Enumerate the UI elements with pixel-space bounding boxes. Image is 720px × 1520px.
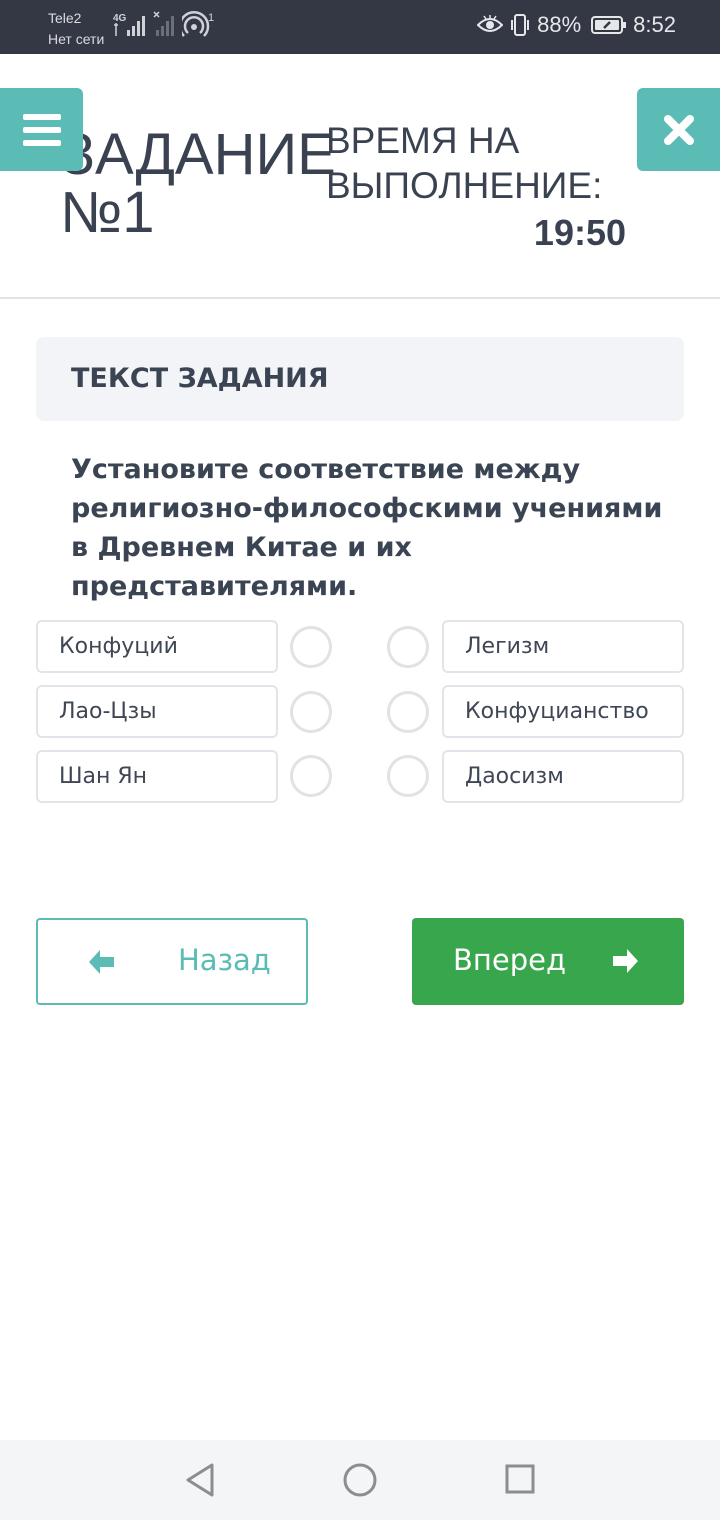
network-status: Нет сети bbox=[48, 31, 105, 47]
vibrate-icon bbox=[509, 13, 531, 37]
question-text: Установите соответствие между религиозно… bbox=[71, 454, 663, 602]
back-button-label: Назад bbox=[178, 943, 271, 977]
match-right-item[interactable]: Даосизм bbox=[442, 750, 684, 803]
carrier-name: Tele2 bbox=[48, 10, 82, 26]
match-right-item[interactable]: Конфуцианство bbox=[442, 685, 684, 738]
timer: 19:50 bbox=[533, 212, 626, 253]
time-label: ВРЕМЯ НА ВЫПОЛНЕНИЕ: bbox=[326, 120, 603, 206]
next-button-label: Вперед bbox=[453, 943, 566, 977]
arrow-left-icon bbox=[89, 950, 114, 974]
match-right-item[interactable]: Легизм bbox=[442, 620, 684, 673]
hamburger-icon bbox=[22, 113, 61, 146]
task-section-header: ТЕКСТ ЗАДАНИЯ bbox=[36, 337, 684, 421]
hotspot-count: 1 bbox=[208, 12, 214, 24]
task-title: ЗАДАНИЕ №1 bbox=[60, 122, 336, 245]
match-right-radio[interactable] bbox=[387, 691, 429, 733]
match-left-item[interactable]: Конфуций bbox=[36, 620, 278, 673]
next-button[interactable]: Вперед bbox=[412, 918, 684, 1005]
arrow-right-icon bbox=[613, 949, 638, 973]
header-divider bbox=[0, 297, 720, 299]
status-right: 88% 8:52 bbox=[477, 12, 676, 38]
close-button[interactable] bbox=[637, 88, 720, 171]
nav-recents-icon[interactable] bbox=[504, 1462, 536, 1498]
signal-empty-icon bbox=[153, 11, 174, 36]
match-left-radio[interactable] bbox=[290, 626, 332, 668]
match-right-radio[interactable] bbox=[387, 755, 429, 797]
nav-home-icon[interactable] bbox=[342, 1462, 378, 1498]
nav-back-icon[interactable] bbox=[184, 1462, 216, 1498]
hotspot-icon: 1 bbox=[182, 10, 214, 37]
match-left-radio[interactable] bbox=[290, 691, 332, 733]
eye-icon bbox=[477, 15, 504, 35]
clock: 8:52 bbox=[633, 12, 676, 37]
menu-button[interactable] bbox=[0, 88, 83, 171]
match-left-radio[interactable] bbox=[290, 755, 332, 797]
back-button[interactable]: Назад bbox=[36, 918, 308, 1005]
match-left-item[interactable]: Лао-Цзы bbox=[36, 685, 278, 738]
close-icon bbox=[663, 114, 694, 145]
battery-icon bbox=[591, 15, 627, 35]
signal-icon: 4G bbox=[113, 13, 145, 36]
system-nav-bar bbox=[0, 1440, 720, 1520]
status-bar: Tele2 Нет сети 4G 1 88% 8:52 bbox=[0, 0, 720, 54]
network-type-label: 4G bbox=[113, 13, 127, 24]
match-left-item[interactable]: Шан Ян bbox=[36, 750, 278, 803]
battery-percent: 88% bbox=[537, 12, 582, 37]
task-section-label: ТЕКСТ ЗАДАНИЯ bbox=[71, 363, 329, 394]
match-right-radio[interactable] bbox=[387, 626, 429, 668]
carrier-info: Tele2 Нет сети bbox=[48, 8, 104, 50]
